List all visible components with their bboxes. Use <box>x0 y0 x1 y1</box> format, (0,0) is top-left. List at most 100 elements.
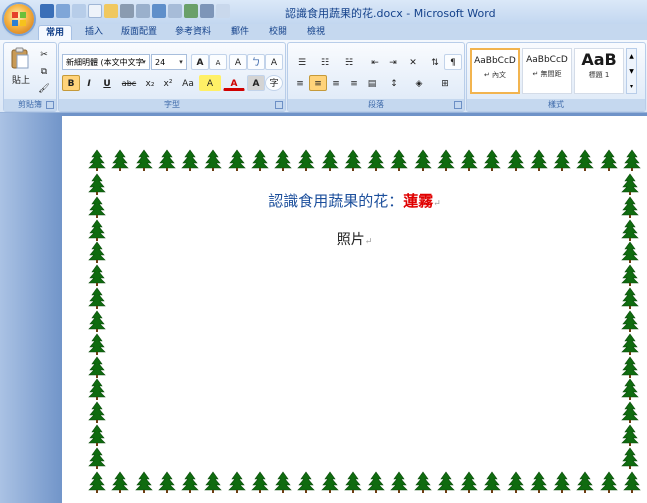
open-icon[interactable] <box>104 4 118 18</box>
pine-tree-icon <box>621 333 639 355</box>
pine-tree-icon <box>621 424 639 447</box>
style-heading-1[interactable]: AaB 標題 1 <box>574 48 624 94</box>
font-name-select[interactable]: 新細明體 (本文中文字 ▾ <box>62 54 150 70</box>
subscript-button[interactable]: x₂ <box>141 75 159 91</box>
character-border-button[interactable]: A <box>265 54 283 70</box>
phonetic-label: ㄅ <box>251 58 261 68</box>
pine-tree-icon <box>530 149 548 171</box>
italic-button[interactable]: I <box>80 75 98 91</box>
phonetic-guide-button[interactable]: ㄅ <box>247 54 265 70</box>
show-formatting-icon[interactable]: ¶ <box>444 54 462 70</box>
table-icon[interactable] <box>168 4 182 18</box>
spelling-icon[interactable] <box>152 4 166 18</box>
pine-tree-icon <box>88 356 106 378</box>
clipboard-launcher-icon[interactable] <box>46 101 54 109</box>
highlight-icon: A <box>206 79 214 89</box>
pine-tree-icon <box>158 149 176 171</box>
pine-tree-icon <box>88 471 106 493</box>
tab-view[interactable]: 檢視 <box>300 25 332 39</box>
cut-icon[interactable]: ✂ <box>35 46 53 62</box>
office-logo-icon <box>12 12 26 26</box>
clear-format-button[interactable]: A <box>229 54 247 70</box>
strikethrough-button[interactable]: abc <box>118 75 140 91</box>
paste-button-label[interactable]: 貼上 <box>12 73 30 86</box>
tab-home[interactable]: 常用 <box>38 25 73 40</box>
tab-review[interactable]: 校閱 <box>262 25 294 39</box>
page-border-bottom <box>87 471 642 493</box>
character-shading-button[interactable]: A <box>247 75 265 91</box>
undo-icon[interactable] <box>56 4 70 18</box>
highlight-color-button[interactable]: A <box>199 75 221 91</box>
font-size-select[interactable]: 24 ▾ <box>151 54 187 70</box>
pine-tree-icon <box>621 401 639 424</box>
document-page[interactable]: 認識食用蔬果的花：蓮霧↵ 照片↵ <box>62 116 647 503</box>
pine-tree-icon <box>181 471 199 493</box>
shading-icon[interactable]: ◈ <box>407 75 431 91</box>
multilevel-list-icon[interactable]: ☵ <box>337 54 361 70</box>
tab-references[interactable]: 參考資料 <box>168 25 218 39</box>
justify-icon[interactable]: ≡ <box>345 75 363 91</box>
paste-icon[interactable] <box>10 47 30 69</box>
enclose-characters-button[interactable]: 字 <box>265 75 283 91</box>
tab-page-layout[interactable]: 版面配置 <box>114 25 164 39</box>
picture-icon[interactable] <box>184 4 198 18</box>
shapes-icon[interactable] <box>200 4 214 18</box>
align-left-icon[interactable]: ≡ <box>291 75 309 91</box>
bold-button[interactable]: B <box>62 75 80 91</box>
style-no-spacing-name: ↵ 無間距 <box>532 70 562 78</box>
font-launcher-icon[interactable] <box>275 101 283 109</box>
pine-tree-icon <box>297 149 315 171</box>
copy-icon[interactable]: ⧉ <box>35 63 53 79</box>
style-normal[interactable]: AaBbCcD ↵ 內文 <box>470 48 520 94</box>
document-heading[interactable]: 認識食用蔬果的花：蓮霧↵ <box>62 190 647 211</box>
chinese-layout-icon[interactable]: ✕ <box>402 54 424 70</box>
paragraph-mark: ↵ <box>364 237 373 247</box>
office-button[interactable] <box>4 4 34 34</box>
photo-placeholder[interactable]: 照片↵ <box>62 229 647 249</box>
redo-icon[interactable] <box>72 4 86 18</box>
save-icon[interactable] <box>40 4 54 18</box>
shrink-font-button[interactable]: A <box>209 54 227 70</box>
pine-tree-icon <box>88 264 106 287</box>
font-group-label: 字型 <box>59 99 285 111</box>
customize-toolbar-icon[interactable] <box>216 4 230 18</box>
sort-icon[interactable]: ⇅ <box>426 54 444 70</box>
quick-access-toolbar <box>40 4 230 18</box>
align-center-icon[interactable]: ≡ <box>309 75 327 91</box>
bullets-icon[interactable]: ☰ <box>291 54 313 70</box>
borders-icon[interactable]: ⊞ <box>433 75 457 91</box>
format-painter-icon[interactable]: 🖌 <box>35 80 53 96</box>
pine-tree-icon <box>344 149 362 171</box>
new-document-icon[interactable] <box>88 4 102 18</box>
change-case-button[interactable]: Aa <box>177 75 199 91</box>
style-heading-1-name: 標題 1 <box>588 71 610 79</box>
grow-font-button[interactable]: A <box>191 54 209 70</box>
pine-tree-icon <box>553 149 571 171</box>
pine-tree-icon <box>344 471 362 493</box>
style-heading-1-sample: AaB <box>581 50 617 69</box>
numbering-icon[interactable]: ☷ <box>314 54 336 70</box>
pine-tree-icon <box>204 471 222 493</box>
underline-button[interactable]: U <box>98 75 116 91</box>
underline-label: U <box>103 79 111 89</box>
paragraph-launcher-icon[interactable] <box>454 101 462 109</box>
decrease-indent-icon[interactable]: ⇤ <box>366 54 384 70</box>
superscript-button[interactable]: x² <box>159 75 177 91</box>
font-color-button[interactable]: A <box>223 75 245 91</box>
pine-tree-icon <box>134 149 153 171</box>
line-spacing-icon[interactable]: ↕ <box>383 75 405 91</box>
italic-label: I <box>87 79 91 89</box>
pine-tree-icon <box>204 149 222 171</box>
tab-mailings[interactable]: 郵件 <box>224 25 256 39</box>
style-no-spacing[interactable]: AaBbCcD ↵ 無間距 <box>522 48 572 94</box>
distributed-icon[interactable]: ▤ <box>363 75 381 91</box>
print-preview-icon[interactable] <box>136 4 150 18</box>
pine-tree-icon <box>88 378 106 401</box>
page-border-top <box>87 149 642 171</box>
increase-indent-icon[interactable]: ⇥ <box>384 54 402 70</box>
styles-gallery-scroll[interactable]: ▲ ▼ ▾ <box>626 48 637 94</box>
print-icon[interactable] <box>120 4 134 18</box>
align-right-icon[interactable]: ≡ <box>327 75 345 91</box>
tab-insert[interactable]: 插入 <box>78 25 110 39</box>
pine-tree-icon <box>227 149 246 171</box>
